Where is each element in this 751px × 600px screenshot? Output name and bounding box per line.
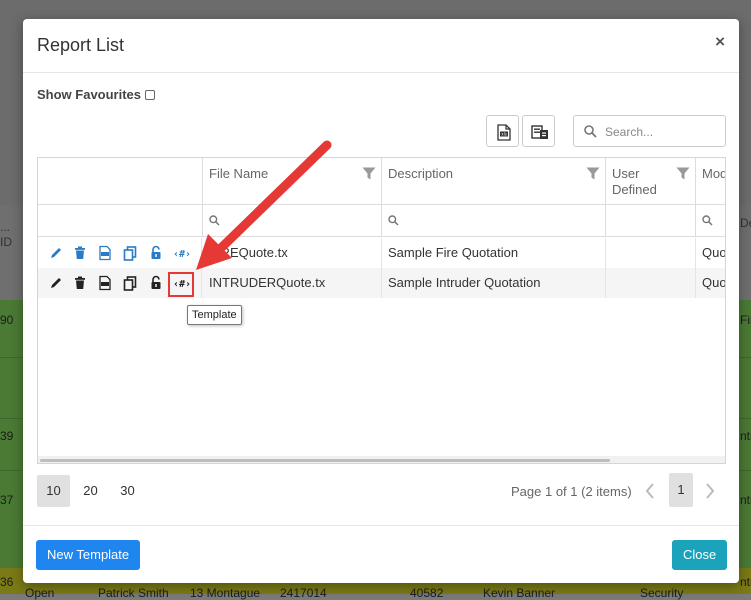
annotation-arrow: [196, 140, 332, 270]
